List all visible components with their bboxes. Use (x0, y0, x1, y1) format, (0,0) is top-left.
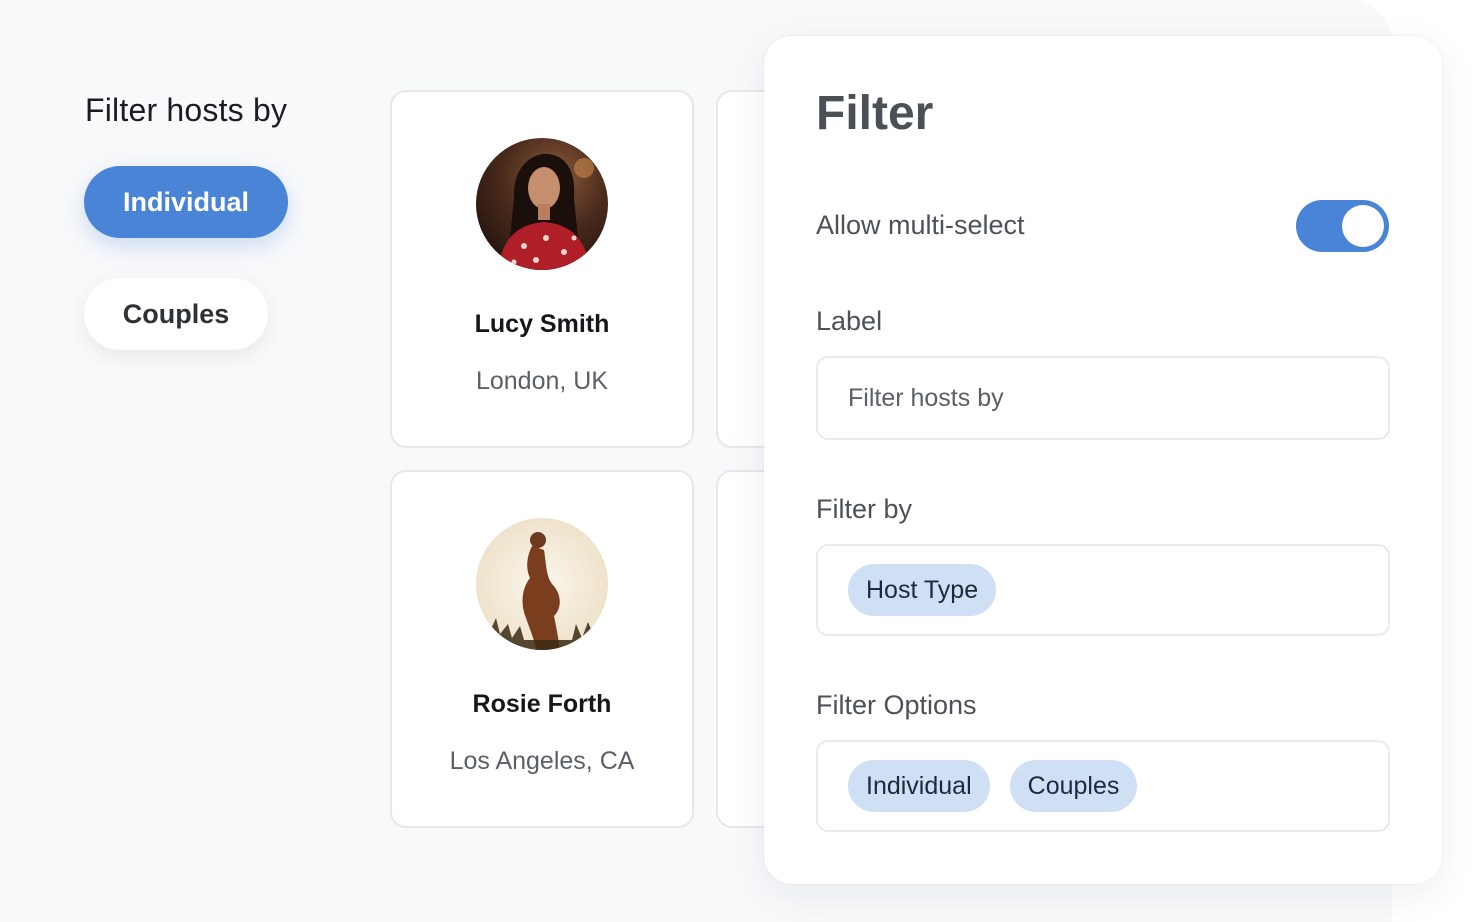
multi-select-label: Allow multi-select (816, 210, 1025, 240)
host-card[interactable]: Lucy Smith London, UK (390, 90, 694, 448)
host-location: London, UK (475, 367, 609, 395)
avatar (476, 518, 608, 650)
label-field-container (816, 356, 1390, 440)
avatar-portrait-image (476, 518, 608, 650)
label-field-label: Label (816, 306, 883, 336)
host-name: Rosie Forth (472, 690, 612, 718)
multi-select-toggle[interactable] (1296, 200, 1389, 252)
filter-option-chip-individual[interactable]: Individual (848, 760, 990, 812)
filter-by-label: Filter by (816, 494, 913, 524)
label-input[interactable] (848, 358, 1368, 438)
host-card[interactable]: Rosie Forth Los Angeles, CA (390, 470, 694, 828)
filter-by-field[interactable]: Host Type (816, 544, 1390, 636)
filter-by-chip-host-type[interactable]: Host Type (848, 564, 997, 616)
filter-options-label: Filter Options (816, 690, 977, 720)
host-name: Lucy Smith (474, 310, 610, 338)
filter-settings-panel: Filter Allow multi-select Label Filter b… (764, 36, 1442, 884)
filter-option-chip-couples[interactable]: Couples (1009, 760, 1138, 812)
toggle-knob (1342, 205, 1384, 247)
panel-title: Filter (816, 87, 934, 140)
host-location: Los Angeles, CA (449, 747, 635, 775)
avatar-portrait-image (476, 138, 608, 270)
avatar (476, 138, 608, 270)
filter-by-chip-row: Host Type (848, 564, 997, 616)
filter-option-individual-button[interactable]: Individual (84, 166, 288, 238)
filter-options-chip-row: Individual Couples (848, 760, 1138, 812)
filter-option-couples-button[interactable]: Couples (84, 278, 268, 350)
filter-heading: Filter hosts by (85, 92, 288, 128)
filter-options-field[interactable]: Individual Couples (816, 740, 1390, 832)
